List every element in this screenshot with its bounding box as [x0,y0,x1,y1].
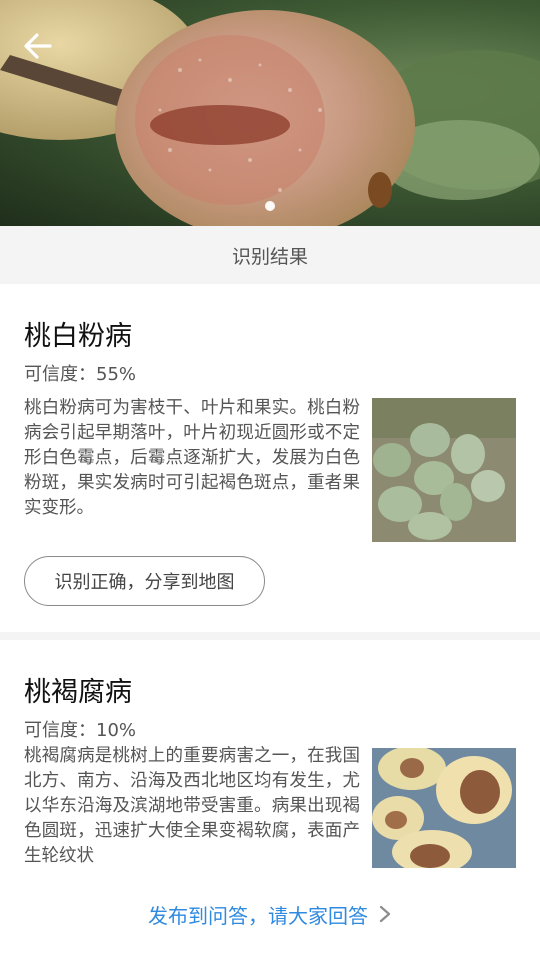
disease-name: 桃褐腐病 [24,677,132,708]
arrow-left-icon [24,33,52,59]
carousel-indicator [0,196,540,215]
carousel-dot [265,201,275,211]
disease-description: 桃白粉病可为害枝干、叶片和果实。桃白粉病会引起早期落叶，叶片初现近圆形或不定形白… [24,398,360,518]
disease-thumbnail [372,398,516,542]
result-card: 桃白粉病 可信度：55% 桃白粉病可为害枝干、叶片和果实。桃白粉病会引起早期落叶… [0,284,540,632]
disease-thumbnail [372,748,516,868]
confidence-label: 可信度：10% [24,720,137,741]
back-button[interactable] [20,28,56,64]
disease-description: 桃褐腐病是桃树上的重要病害之一，在我国北方、南方、沿海及西北地区均有发生，尤以华… [24,746,360,866]
hero-image [0,0,540,226]
diseased-peach-photo [0,0,540,226]
powdery-mildew-peaches-photo [372,398,516,542]
share-to-map-button[interactable]: 识别正确，分享到地图 [24,556,265,606]
card-divider [0,632,540,640]
post-to-qa-link[interactable]: 发布到问答，请大家回答 [148,900,392,929]
bottom-action-bar: 发布到问答，请大家回答 [0,868,540,960]
post-to-qa-label: 发布到问答，请大家回答 [148,903,368,928]
chevron-right-icon [379,905,391,923]
brown-rot-peaches-photo [372,748,516,868]
disease-name: 桃白粉病 [24,321,132,352]
result-card: 桃褐腐病 可信度：10% 桃褐腐病是桃树上的重要病害之一，在我国北方、南方、沿海… [0,640,540,868]
confidence-label: 可信度：55% [24,364,137,385]
section-title: 识别结果 [0,226,540,284]
